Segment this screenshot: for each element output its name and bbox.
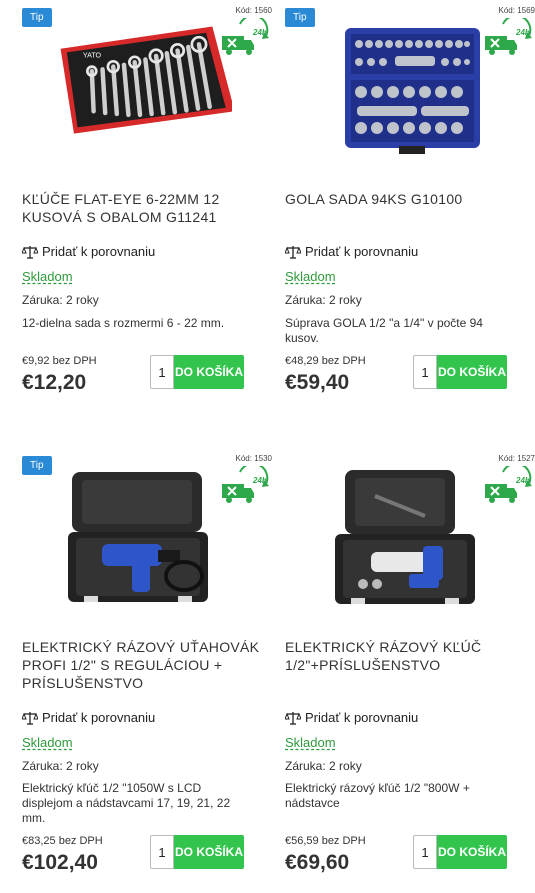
- compare-link[interactable]: Pridať k porovnaniu: [285, 710, 418, 725]
- quantity-input[interactable]: 1: [413, 355, 437, 389]
- compare-label: Pridať k porovnaniu: [42, 710, 156, 725]
- quantity-input[interactable]: 1: [150, 835, 174, 869]
- brand-logo: YATO: [83, 52, 102, 60]
- product-description: 12-dielna sada s rozmermi 6 - 22 mm.: [22, 316, 225, 330]
- scale-icon: [285, 711, 301, 725]
- product-code: Kód: 1560: [235, 6, 272, 15]
- scale-icon: [22, 711, 38, 725]
- socket-set-image: [345, 28, 480, 154]
- delivery-24h-label: 24h: [515, 476, 530, 485]
- product-title[interactable]: GOLA SADA 94KS G10100: [285, 190, 525, 208]
- warranty-text: Záruka: 2 roky: [22, 759, 99, 773]
- compare-label: Pridať k porovnaniu: [42, 244, 156, 259]
- product-card: Tip Kód: 1530 24h ELEKTRICKÝ RÁZOVÝ UŤAH…: [22, 452, 272, 892]
- add-to-cart-button[interactable]: DO KOŠÍKA: [437, 355, 507, 389]
- delivery-24h-label: 24h: [252, 476, 267, 485]
- product-code: Kód: 1527: [498, 454, 535, 463]
- product-image-area[interactable]: Tip Kód: 1560 24h YATO: [22, 0, 272, 170]
- warranty-text: Záruka: 2 roky: [285, 759, 362, 773]
- product-title[interactable]: ELEKTRICKÝ RÁZOVÝ UŤAHOVÁK PROFI 1/2" S …: [22, 638, 262, 692]
- product-description: Súprava GOLA 1/2 "a 1/4" v počte 94 kuso…: [285, 316, 483, 345]
- tip-badge: Tip: [22, 456, 52, 475]
- add-to-cart-button[interactable]: DO KOŠÍKA: [174, 835, 244, 869]
- price: €102,40: [22, 851, 98, 874]
- price-without-vat: €83,25 bez DPH: [22, 835, 103, 847]
- price: €12,20: [22, 371, 87, 394]
- stock-status[interactable]: Skladom: [22, 735, 73, 750]
- impact-wrench-case-image: [68, 472, 208, 602]
- compare-label: Pridať k porovnaniu: [305, 244, 419, 259]
- scale-icon: [22, 245, 38, 259]
- wrench-set-image: YATO: [60, 26, 232, 134]
- compare-link[interactable]: Pridať k porovnaniu: [22, 244, 155, 259]
- stock-status[interactable]: Skladom: [285, 735, 336, 750]
- scale-icon: [285, 245, 301, 259]
- product-code: Kód: 1530: [235, 454, 272, 463]
- stock-status[interactable]: Skladom: [22, 269, 73, 284]
- delivery-24h-label: 24h: [515, 28, 530, 37]
- price-without-vat: €56,59 bez DPH: [285, 835, 366, 847]
- compare-link[interactable]: Pridať k porovnaniu: [22, 710, 155, 725]
- warranty-text: Záruka: 2 roky: [22, 293, 99, 307]
- product-card: Kód: 1527 24h ELEKTRICKÝ RÁZOVÝ KĽÚČ 1/2…: [285, 452, 535, 892]
- product-image-area[interactable]: Tip Kód: 1530 24h: [22, 452, 272, 622]
- product-code: Kód: 1569: [498, 6, 535, 15]
- product-card: Tip Kód: 1560 24h YATO KĽÚČE FLAT-EYE 6-…: [22, 0, 272, 420]
- quantity-input[interactable]: 1: [413, 835, 437, 869]
- compare-link[interactable]: Pridať k porovnaniu: [285, 244, 418, 259]
- product-description: Elektrický rázový kľúč 1/2 "800W + nádst…: [285, 781, 470, 810]
- compare-label: Pridať k porovnaniu: [305, 710, 419, 725]
- quantity-input[interactable]: 1: [150, 355, 174, 389]
- warranty-text: Záruka: 2 roky: [285, 293, 362, 307]
- add-to-cart-button[interactable]: DO KOŠÍKA: [174, 355, 244, 389]
- price: €59,40: [285, 371, 350, 394]
- price-without-vat: €9,92 bez DPH: [22, 355, 97, 367]
- product-card: Tip Kód: 1569 24h GOLA SADA 94KS G10100 …: [285, 0, 535, 420]
- product-title[interactable]: KĽÚČE FLAT-EYE 6-22MM 12 KUSOVÁ S OBALOM…: [22, 190, 262, 226]
- product-image-area[interactable]: Tip Kód: 1569 24h: [285, 0, 535, 170]
- delivery-24h-label: 24h: [252, 28, 267, 37]
- price: €69,60: [285, 851, 350, 874]
- tip-badge: Tip: [285, 8, 315, 27]
- impact-wrench-case-image: [335, 470, 475, 604]
- product-title[interactable]: ELEKTRICKÝ RÁZOVÝ KĽÚČ 1/2"+PRÍSLUŠENSTV…: [285, 638, 525, 674]
- product-description: Elektrický kľúč 1/2 "1050W s LCD displej…: [22, 781, 231, 825]
- stock-status[interactable]: Skladom: [285, 269, 336, 284]
- price-without-vat: €48,29 bez DPH: [285, 355, 366, 367]
- add-to-cart-button[interactable]: DO KOŠÍKA: [437, 835, 507, 869]
- product-image-area[interactable]: Kód: 1527 24h: [285, 452, 535, 622]
